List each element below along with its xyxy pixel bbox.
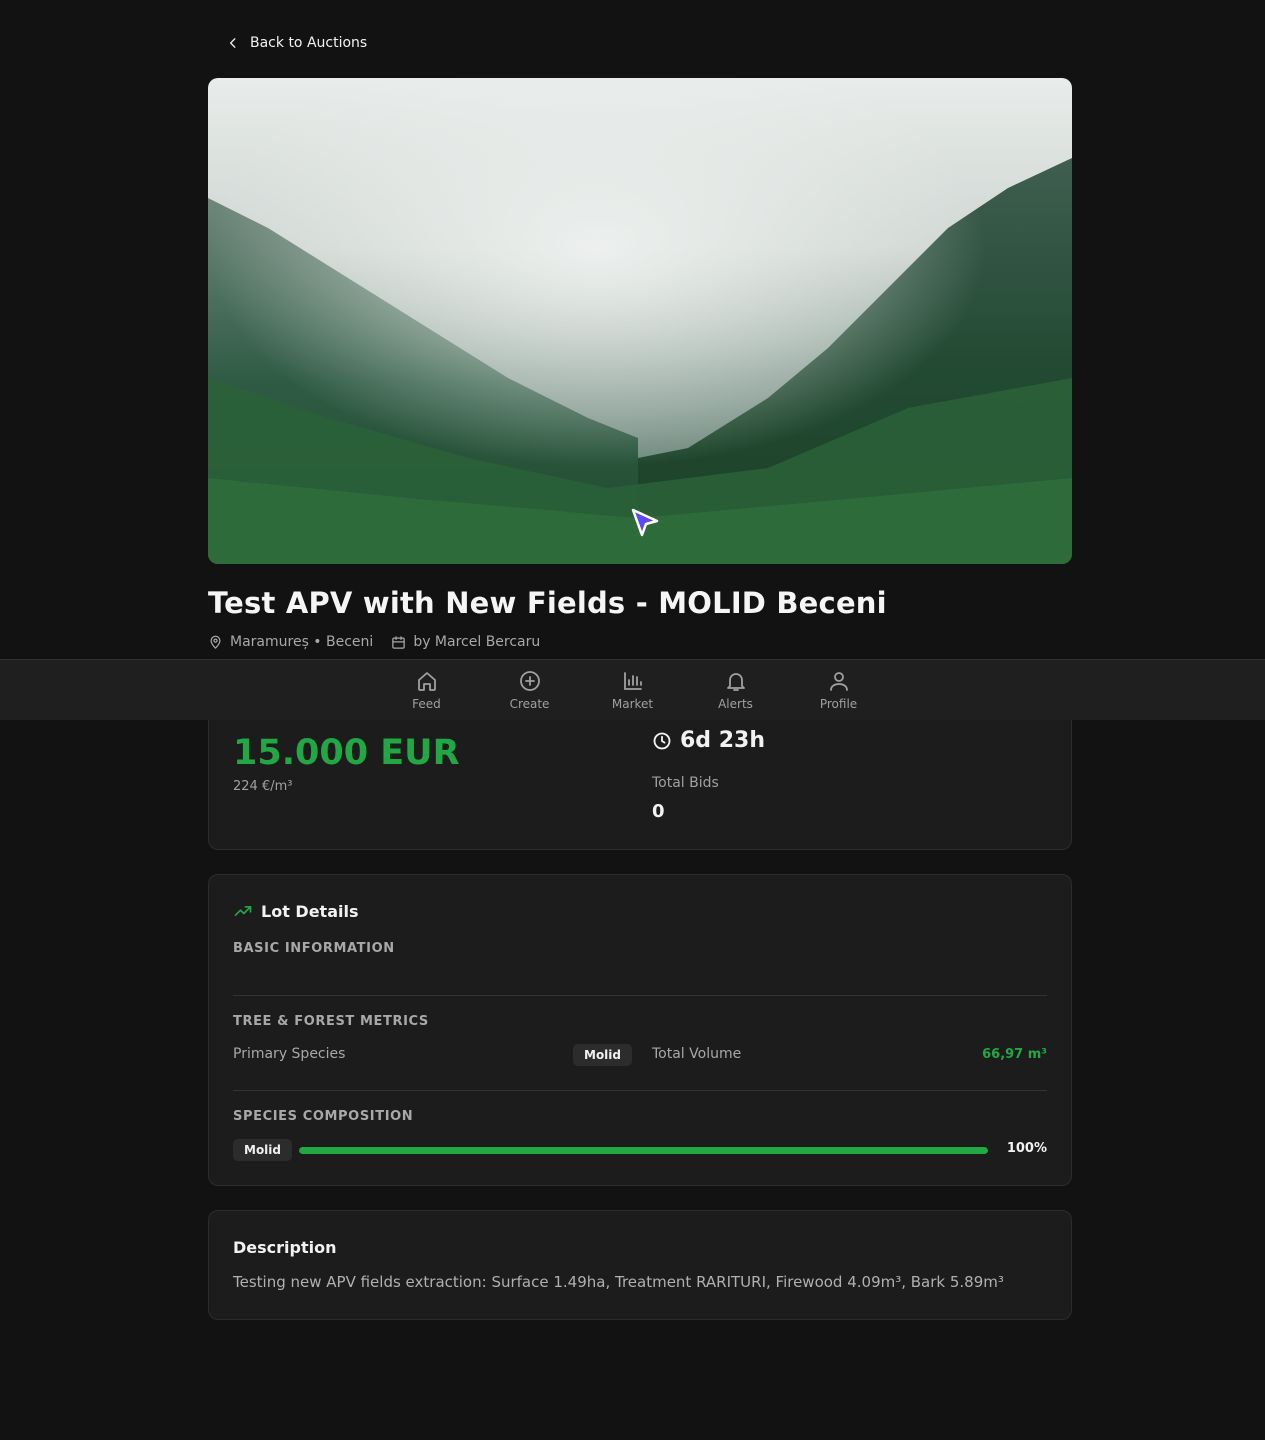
- bar-chart-icon: [623, 672, 642, 690]
- description-text: Testing new APV fields extraction: Surfa…: [233, 1273, 1004, 1291]
- tree-forest-metrics-title: TREE & FOREST METRICS: [233, 1014, 429, 1029]
- lot-details-heading: Lot Details: [233, 901, 358, 921]
- primary-species-label: Primary Species: [233, 1046, 346, 1062]
- nav-label: Market: [611, 697, 654, 711]
- unit-price: 224 €/m³: [233, 779, 293, 794]
- species-composition-title: SPECIES COMPOSITION: [233, 1109, 414, 1124]
- nav-item-create[interactable]: Create: [478, 660, 581, 720]
- primary-species-badge: Molid: [573, 1044, 633, 1066]
- composition-progress-fill: [299, 1147, 988, 1154]
- listing-title: Test APV with New Fields - MOLID Beceni: [208, 586, 887, 620]
- listing-hero-image: [208, 78, 1072, 564]
- description-title: Description: [233, 1238, 337, 1257]
- listing-author: by Marcel Bercaru: [413, 634, 541, 650]
- nav-item-market[interactable]: Market: [581, 660, 684, 720]
- composition-species-badge: Molid: [233, 1139, 293, 1161]
- listing-location: Maramureș • Beceni: [230, 634, 374, 650]
- chevron-left-icon: [229, 38, 236, 48]
- total-volume-label: Total Volume: [652, 1046, 742, 1062]
- clock-icon: [653, 732, 671, 749]
- listing-meta: Maramureș • Beceni by Marcel Bercaru: [208, 632, 540, 652]
- basic-information-title: BASIC INFORMATION: [233, 941, 395, 956]
- total-bids-label: Total Bids: [652, 775, 719, 791]
- starting-price: 15.000 EUR: [233, 733, 460, 773]
- bottom-navigation: Feed Create Market Alerts Profile: [0, 659, 1265, 720]
- mouse-cursor-icon: [631, 508, 659, 537]
- nav-label: Alerts: [718, 697, 753, 711]
- divider: [233, 1090, 1047, 1091]
- nav-label: Profile: [819, 697, 858, 711]
- user-icon: [829, 672, 848, 691]
- nav-item-alerts[interactable]: Alerts: [684, 660, 787, 720]
- back-label: Back to Auctions: [250, 35, 368, 51]
- lot-details-title: Lot Details: [261, 901, 359, 921]
- bell-icon: [726, 673, 745, 691]
- nav-item-profile[interactable]: Profile: [787, 660, 890, 720]
- divider: [233, 995, 1047, 996]
- home-icon: [417, 672, 436, 691]
- composition-percent: 100%: [1006, 1141, 1047, 1156]
- trending-up-icon: [234, 906, 252, 916]
- composition-progress-bar: [299, 1147, 988, 1154]
- total-volume-value: 66,97 m³: [982, 1047, 1047, 1062]
- back-to-auctions-link[interactable]: Back to Auctions: [226, 32, 367, 54]
- nav-label: Feed: [412, 697, 441, 711]
- nav-label: Create: [509, 697, 550, 711]
- map-pin-icon: [210, 635, 221, 649]
- time-remaining-value: 6d 23h: [680, 728, 765, 753]
- plus-circle-icon: [519, 671, 540, 691]
- total-bids-value: 0: [652, 801, 665, 822]
- lot-details-card: Lot Details BASIC INFORMATION TREE & FOR…: [208, 874, 1072, 1186]
- time-remaining: 6d 23h: [652, 728, 765, 753]
- calendar-icon: [392, 635, 406, 649]
- description-card: Description Testing new APV fields extra…: [208, 1210, 1072, 1320]
- nav-item-feed[interactable]: Feed: [375, 660, 478, 720]
